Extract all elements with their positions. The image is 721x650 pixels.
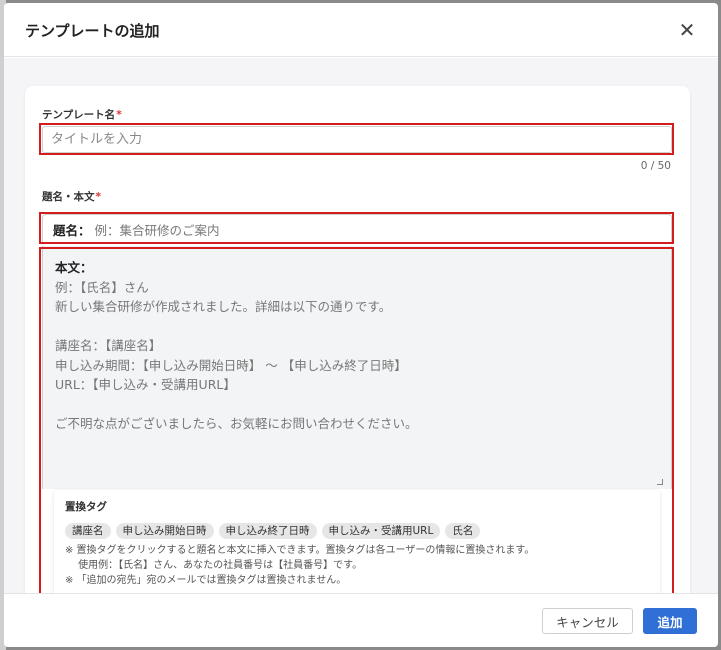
body-placeholder-line: 新しい集合研修が作成されました。詳細は以下の通りです。 [55, 299, 392, 314]
tag-course-name[interactable]: 講座名 [65, 523, 111, 539]
subject-input[interactable]: 題名： 例：集合研修のご案内 [42, 214, 672, 244]
subject-label: 題名： [53, 223, 91, 238]
dialog-header: テンプレートの追加 ✕ [4, 3, 718, 57]
dialog-title: テンプレートの追加 [25, 22, 160, 40]
body-placeholder-line: ご不明な点がございましたら、お気軽にお問い合わせください。 [55, 416, 418, 431]
required-mark: * [116, 109, 122, 121]
subject-body-label-text: 題名・本文 [42, 191, 95, 203]
tag-note: 使用例：【氏名】さん、あなたの社員番号は【社員番号】です。 [65, 560, 363, 571]
tag-application-start[interactable]: 申し込み開始日時 [115, 523, 214, 539]
tag-note: ※ 「追加の宛先」宛のメールでは置換タグは置換されません。 [65, 575, 347, 586]
dialog-footer: キャンセル 追加 [4, 593, 718, 647]
required-mark: * [95, 191, 102, 203]
tag-application-url[interactable]: 申し込み・受講用URL [321, 523, 441, 539]
body-label: 本文： [55, 260, 93, 275]
body-placeholder-line: 例：【氏名】さん [55, 279, 149, 295]
template-name-label: テンプレート名* [42, 107, 122, 122]
resize-handle-icon[interactable] [657, 479, 663, 485]
tag-notes: ※ 置換タグをクリックすると題名と本文に挿入できます。置換タグは各ユーザーの情報… [65, 543, 649, 588]
template-name-label-text: テンプレート名 [42, 109, 116, 121]
template-form-card: テンプレート名* 0 / 50 題名・本文* 題名： 例：集合研修のご案内 本文… [25, 86, 690, 593]
body-placeholder-line: 講座名：【講座名】 [55, 338, 162, 353]
add-template-dialog: テンプレートの追加 ✕ テンプレート名* 0 / 50 題名・本文* 題名： 例… [4, 3, 718, 647]
tag-list: 講座名 申し込み開始日時 申し込み終了日時 申し込み・受講用URL 氏名 [65, 523, 649, 539]
subject-body-label: 題名・本文* [42, 189, 101, 204]
tag-note: ※ 置換タグをクリックすると題名と本文に挿入できます。置換タグは各ユーザーの情報… [65, 545, 535, 556]
template-name-input[interactable] [42, 126, 672, 153]
body-placeholder-line: URL：【申し込み・受講用URL】 [55, 377, 236, 392]
tag-application-end[interactable]: 申し込み終了日時 [218, 523, 317, 539]
body-textarea[interactable]: 本文： 例：【氏名】さん 新しい集合研修が作成されました。詳細は以下の通りです。… [42, 246, 672, 489]
tag-panel-title: 置換タグ [65, 501, 107, 513]
body-placeholder-line [55, 317, 659, 337]
add-button[interactable]: 追加 [643, 608, 697, 634]
replacement-tag-panel: 置換タグ 講座名 申し込み開始日時 申し込み終了日時 申し込み・受講用URL 氏… [54, 490, 660, 593]
body-placeholder-line [55, 395, 659, 415]
body-placeholder-line: 申し込み期間：【申し込み開始日時】 ～ 【申し込み終了日時】 [55, 357, 407, 373]
cancel-button[interactable]: キャンセル [542, 608, 633, 634]
dialog-body: テンプレート名* 0 / 50 題名・本文* 題名： 例：集合研修のご案内 本文… [4, 58, 718, 593]
tag-user-name[interactable]: 氏名 [445, 523, 481, 539]
subject-placeholder: 例：集合研修のご案内 [94, 223, 220, 238]
close-icon[interactable]: ✕ [676, 19, 698, 41]
character-counter: 0 / 50 [640, 160, 671, 172]
